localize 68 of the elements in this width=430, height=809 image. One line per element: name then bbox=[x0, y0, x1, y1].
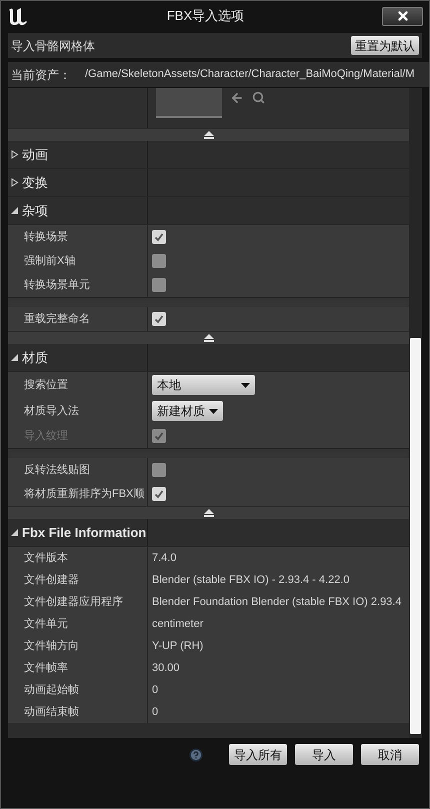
scrollbar-thumb[interactable] bbox=[410, 338, 421, 734]
panel-title: 导入骨骼网格体 bbox=[11, 38, 95, 54]
checkbox[interactable] bbox=[152, 230, 166, 244]
expanded-triangle-icon[interactable] bbox=[11, 353, 19, 362]
property-label: 导入纹理 bbox=[24, 428, 68, 444]
dropdown[interactable]: 本地 bbox=[152, 375, 255, 395]
logo-icon bbox=[7, 6, 29, 26]
current-asset-label: 当前资产： bbox=[11, 66, 71, 84]
collapsed-triangle-icon[interactable] bbox=[11, 150, 19, 159]
category-title[interactable]: Fbx File Information bbox=[22, 522, 146, 542]
collapse-icon[interactable] bbox=[202, 509, 214, 517]
checkmark-icon bbox=[154, 489, 164, 499]
category-title[interactable]: 杂项 bbox=[22, 200, 48, 220]
arrow-left-icon[interactable] bbox=[230, 91, 244, 105]
window-title: FBX导入选项 bbox=[166, 7, 244, 26]
collapse-icon[interactable] bbox=[202, 334, 214, 342]
category-title[interactable]: 变换 bbox=[22, 172, 48, 192]
expanded-triangle-icon[interactable] bbox=[11, 206, 19, 215]
property-label: 文件创建器 bbox=[24, 572, 79, 588]
property-label: 强制前X轴 bbox=[24, 254, 76, 269]
collapsed-triangle-icon[interactable] bbox=[11, 178, 19, 187]
property-label: 反转法线贴图 bbox=[24, 462, 90, 478]
category-title[interactable]: 材质 bbox=[22, 348, 48, 368]
property-value: Y-UP (RH) bbox=[152, 638, 204, 654]
close-icon bbox=[396, 9, 410, 23]
property-value: Blender Foundation Blender (stable FBX IO) 2.93.4 bbox=[152, 594, 402, 610]
checkbox[interactable] bbox=[152, 487, 166, 501]
property-value: 30.00 bbox=[152, 660, 180, 676]
checkmark-icon bbox=[154, 431, 164, 441]
property-label: 转换场景单元 bbox=[24, 278, 90, 293]
asset-path: /Game/SkeletonAssets/Character/Character_BaiMoQing/Material/M bbox=[85, 67, 415, 82]
checkmark-icon bbox=[154, 232, 164, 242]
caret-icon bbox=[241, 382, 250, 388]
expanded-triangle-icon[interactable] bbox=[11, 528, 19, 537]
dropdown[interactable]: 新建材质 bbox=[152, 401, 223, 421]
search-icon[interactable] bbox=[252, 91, 265, 104]
property-label: 文件帧率 bbox=[24, 660, 68, 676]
property-label: 转换场景 bbox=[24, 230, 68, 245]
category-title[interactable]: 动画 bbox=[22, 144, 48, 164]
property-label: 材质导入法 bbox=[24, 404, 79, 419]
dialog-button[interactable]: 导入所有 bbox=[229, 744, 287, 765]
property-value: centimeter bbox=[152, 616, 204, 632]
property-label: 动画结束帧 bbox=[24, 704, 79, 720]
property-label: 文件单元 bbox=[24, 616, 68, 632]
collapse-icon[interactable] bbox=[202, 131, 214, 139]
caret-icon bbox=[209, 408, 218, 414]
dialog-button[interactable]: 导入 bbox=[295, 744, 353, 765]
help-icon[interactable] bbox=[189, 748, 203, 762]
dialog-button[interactable]: 取消 bbox=[361, 744, 419, 765]
close-button[interactable] bbox=[382, 6, 423, 26]
property-label: 搜索位置 bbox=[24, 378, 68, 393]
property-value: 0 bbox=[152, 704, 158, 720]
property-value: 0 bbox=[152, 682, 158, 698]
property-label: 重载完整命名 bbox=[24, 312, 90, 327]
property-label: 文件版本 bbox=[24, 550, 68, 566]
checkbox[interactable] bbox=[152, 254, 166, 268]
property-value: 7.4.0 bbox=[152, 550, 176, 566]
checkbox[interactable] bbox=[152, 463, 166, 477]
property-label: 文件创建器应用程序 bbox=[24, 594, 123, 610]
reset-button[interactable]: 重置为默认 bbox=[351, 36, 419, 55]
checkbox[interactable] bbox=[152, 278, 166, 292]
checkmark-icon bbox=[154, 314, 164, 324]
property-label: 将材质重新排序为FBX顺 bbox=[24, 486, 144, 502]
property-label: 文件轴方向 bbox=[24, 638, 79, 654]
checkbox[interactable] bbox=[152, 312, 166, 326]
property-value: Blender (stable FBX IO) - 2.93.4 - 4.22.0 bbox=[152, 572, 350, 588]
thumbnail bbox=[156, 88, 222, 118]
property-label: 动画起始帧 bbox=[24, 682, 79, 698]
